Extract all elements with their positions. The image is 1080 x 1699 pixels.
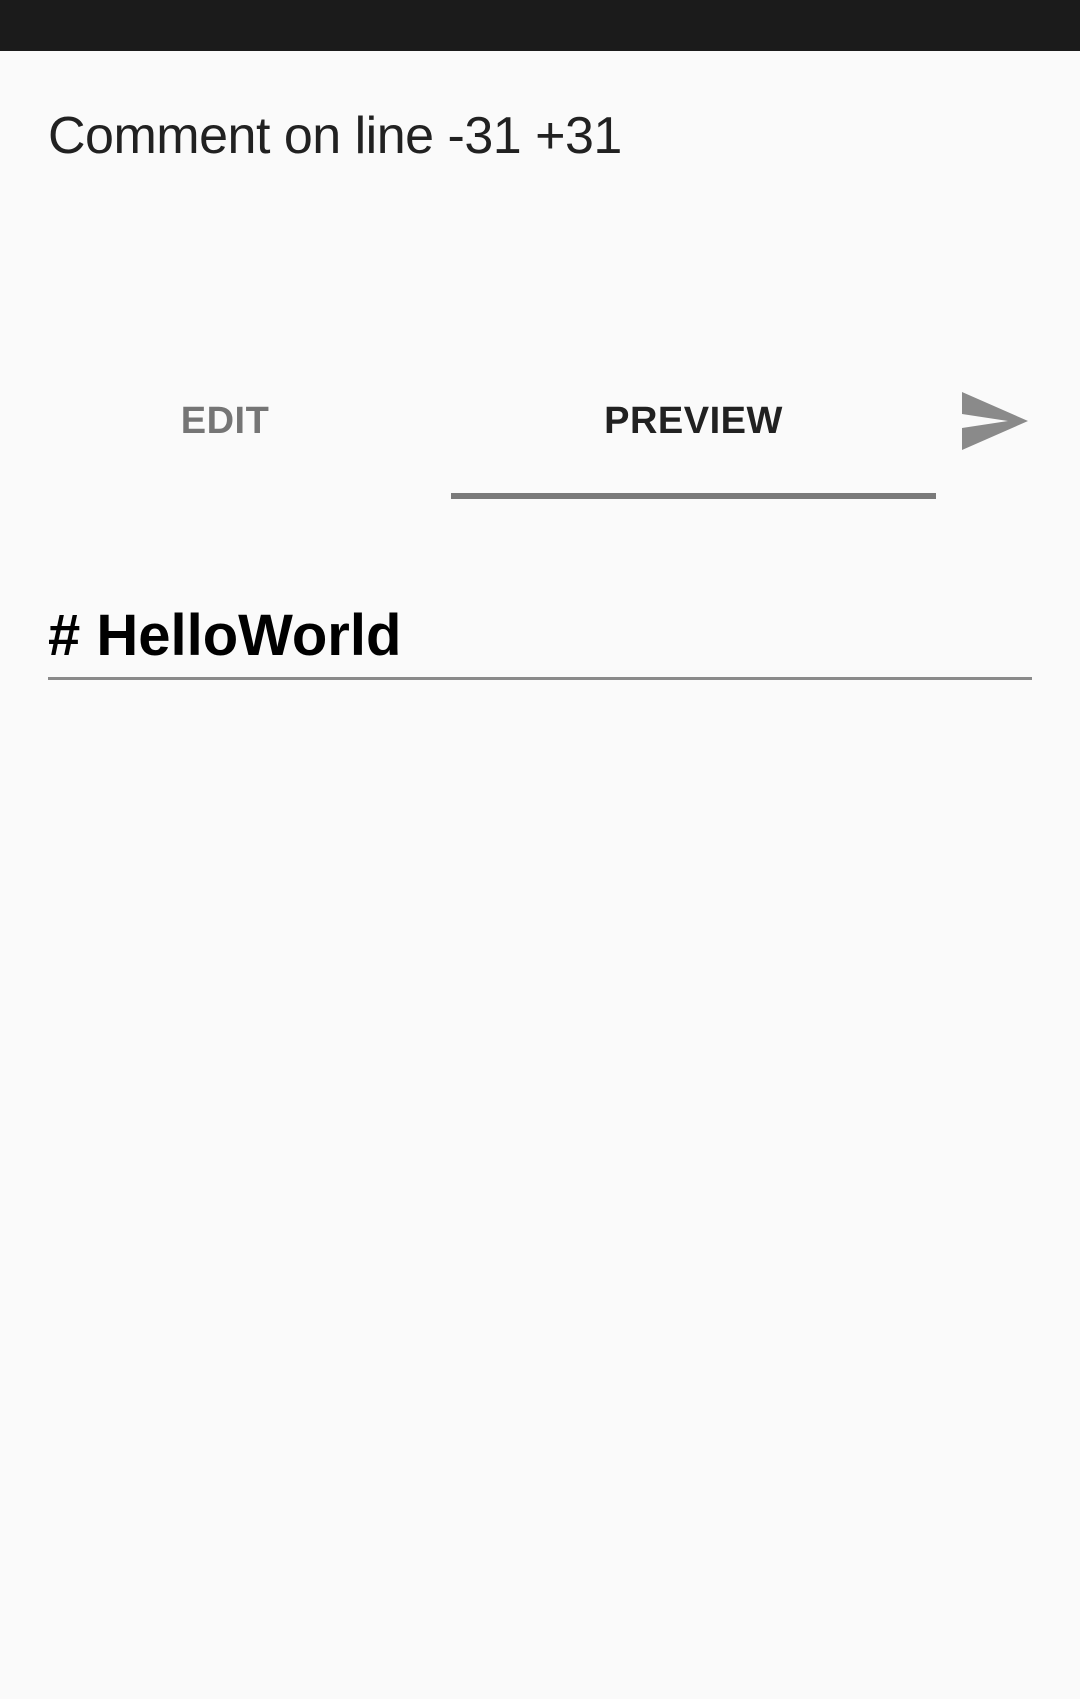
tab-preview[interactable]: PREVIEW (451, 400, 936, 443)
preview-content: # HelloWorld (48, 598, 1032, 680)
preview-text: # HelloWorld (48, 603, 402, 668)
tab-edit[interactable]: EDIT (60, 400, 390, 443)
status-bar (0, 0, 1080, 51)
dialog-title: Comment on line -31 +31 (48, 107, 622, 165)
tab-selected-indicator (451, 493, 936, 499)
send-icon (962, 392, 1028, 450)
send-button[interactable] (962, 392, 1042, 464)
